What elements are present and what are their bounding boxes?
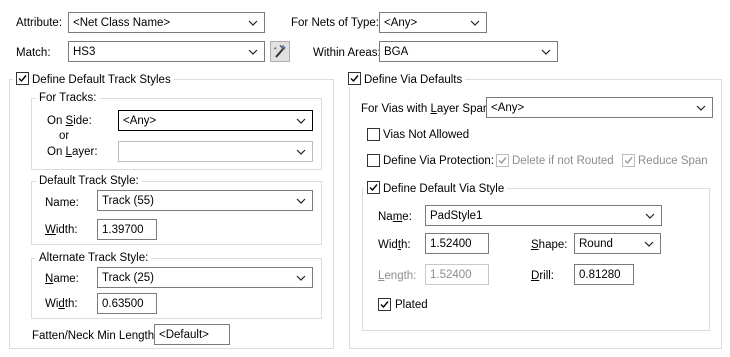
reduce-span-label: Reduce Span xyxy=(638,155,708,167)
alt-width-label: Width: xyxy=(45,298,78,310)
on-side-dropdown[interactable]: <Any> xyxy=(118,110,313,131)
default-via-style-label: Define Default Via Style xyxy=(383,183,505,195)
track-styles-header[interactable]: Define Default Track Styles xyxy=(13,72,174,87)
default-name-value: Track (55) xyxy=(102,195,154,207)
fatten-label: Fatten/Neck Min Length: xyxy=(32,330,158,342)
default-name-label: Name: xyxy=(45,197,79,209)
layer-span-value: <Any> xyxy=(491,102,525,114)
nets-type-value: <Any> xyxy=(384,17,418,29)
checkmark-icon xyxy=(18,75,27,83)
chevron-down-icon xyxy=(470,20,480,26)
default-via-style-header[interactable]: Define Default Via Style xyxy=(364,181,508,196)
shape-dropdown[interactable]: Round xyxy=(574,233,661,254)
match-wizard-button[interactable] xyxy=(270,41,290,62)
via-defaults-checkbox[interactable] xyxy=(348,72,361,85)
layer-span-dropdown[interactable]: <Any> xyxy=(486,97,713,118)
nets-type-dropdown[interactable]: <Any> xyxy=(379,12,487,33)
chevron-down-icon xyxy=(296,198,306,204)
for-tracks-label: For Tracks: xyxy=(36,91,100,105)
chevron-down-icon xyxy=(696,105,706,111)
attribute-value: <Net Class Name> xyxy=(73,17,171,29)
default-width-label: Width: xyxy=(45,224,78,236)
via-length-value: 1.52400 xyxy=(430,269,472,281)
via-name-label: Name: xyxy=(378,211,412,223)
via-defaults-label: Define Via Defaults xyxy=(364,74,463,86)
alt-track-style-label: Alternate Track Style: xyxy=(36,251,152,265)
via-name-value: PadStyle1 xyxy=(430,210,483,222)
magic-wand-icon xyxy=(273,44,286,58)
on-layer-label: On Layer: xyxy=(47,146,98,158)
default-via-style-checkbox[interactable] xyxy=(367,181,380,194)
within-areas-dropdown[interactable]: BGA xyxy=(379,41,558,62)
on-side-value: <Any> xyxy=(123,115,157,127)
checkmark-icon xyxy=(624,157,633,165)
chevron-down-icon xyxy=(645,213,655,219)
via-width-label: Width: xyxy=(378,239,411,251)
alt-width-value: 0.63500 xyxy=(102,298,144,310)
alt-name-value: Track (25) xyxy=(102,272,154,284)
drill-input[interactable]: 0.81280 xyxy=(574,264,634,285)
match-dropdown[interactable]: HS3 xyxy=(68,41,265,62)
default-track-style-label: Default Track Style: xyxy=(36,174,142,188)
via-length-label: Length: xyxy=(378,270,417,282)
via-width-value: 1.52400 xyxy=(430,238,472,250)
drill-label: Drill: xyxy=(531,270,555,282)
default-name-dropdown[interactable]: Track (55) xyxy=(97,190,313,211)
default-width-input[interactable]: 1.39700 xyxy=(97,219,157,240)
chevron-down-icon xyxy=(296,149,306,155)
reduce-span-checkbox[interactable] xyxy=(622,154,635,167)
checkmark-icon xyxy=(369,184,378,192)
chevron-down-icon xyxy=(248,49,258,55)
via-defaults-header[interactable]: Define Via Defaults xyxy=(345,72,466,87)
drill-value: 0.81280 xyxy=(579,269,621,281)
layer-span-label: For Vias with Layer Span: xyxy=(361,103,493,115)
default-width-value: 1.39700 xyxy=(102,224,144,236)
chevron-down-icon xyxy=(644,241,654,247)
vias-not-allowed-label: Vias Not Allowed xyxy=(383,129,470,141)
fatten-input[interactable]: <Default> xyxy=(154,324,230,345)
attribute-label: Attribute: xyxy=(16,17,63,29)
delete-not-routed-label: Delete if not Routed xyxy=(512,155,614,167)
alt-name-label: Name: xyxy=(45,273,79,285)
fatten-value: <Default> xyxy=(159,329,209,341)
match-value: HS3 xyxy=(73,46,96,58)
alt-name-dropdown[interactable]: Track (25) xyxy=(97,267,313,288)
match-label: Match: xyxy=(16,47,51,59)
on-side-label: On Side: xyxy=(47,115,92,127)
on-layer-dropdown[interactable] xyxy=(118,141,313,162)
shape-value: Round xyxy=(579,238,613,250)
chevron-down-icon xyxy=(296,118,306,124)
within-areas-value: BGA xyxy=(384,46,409,58)
via-width-input[interactable]: 1.52400 xyxy=(425,233,489,254)
plated-label: Plated xyxy=(395,299,428,311)
nets-type-label: For Nets of Type: xyxy=(291,17,379,29)
checkmark-icon xyxy=(350,75,359,83)
plated-checkbox[interactable] xyxy=(378,298,391,311)
chevron-down-icon xyxy=(248,20,258,26)
chevron-down-icon xyxy=(541,49,551,55)
attribute-dropdown[interactable]: <Net Class Name> xyxy=(68,12,265,33)
via-name-dropdown[interactable]: PadStyle1 xyxy=(425,205,662,226)
or-label: or xyxy=(59,130,70,142)
track-styles-label: Define Default Track Styles xyxy=(32,74,171,86)
checkmark-icon xyxy=(380,301,389,309)
via-protection-checkbox[interactable] xyxy=(367,154,380,167)
delete-not-routed-checkbox[interactable] xyxy=(496,154,509,167)
alt-width-input[interactable]: 0.63500 xyxy=(97,293,157,314)
shape-label: Shape: xyxy=(531,239,568,251)
checkmark-icon xyxy=(498,157,507,165)
via-length-input[interactable]: 1.52400 xyxy=(425,264,489,285)
via-protection-label: Define Via Protection: xyxy=(383,155,495,167)
vias-not-allowed-checkbox[interactable] xyxy=(367,128,380,141)
chevron-down-icon xyxy=(296,275,306,281)
within-areas-label: Within Areas: xyxy=(313,47,381,59)
track-styles-checkbox[interactable] xyxy=(16,72,29,85)
